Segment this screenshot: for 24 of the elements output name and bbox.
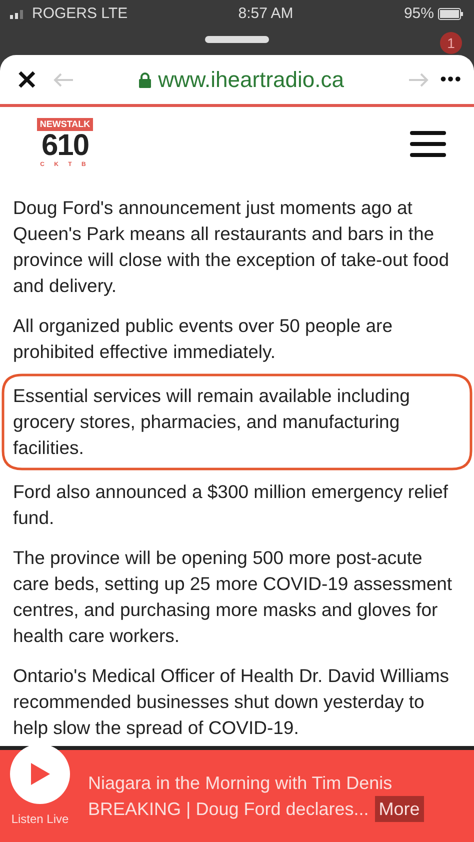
menu-icon[interactable] (408, 129, 448, 159)
article-paragraph: All organized public events over 50 people are prohibited effective immediately. (13, 314, 394, 364)
battery-icon (438, 8, 464, 20)
battery-percent: 95% (404, 4, 434, 24)
url-text[interactable]: www.iheartradio.ca (158, 63, 344, 96)
more-options-button[interactable]: ••• (440, 66, 462, 93)
article-paragraph: Doug Ford's announcement just moments ago at Queen's Park means all restaurants and bars in the province will close with the exception of take-out food and delivery. (13, 196, 450, 298)
headline-text: BREAKING | Doug Ford declares... (88, 798, 369, 821)
more-button[interactable]: More (374, 796, 424, 822)
carrier-text: ROGERS LTE (32, 4, 128, 24)
lock-icon (138, 72, 152, 88)
play-icon (29, 762, 51, 786)
show-title: Niagara in the Morning with Tim Denis (88, 772, 394, 795)
logo-text: NEWSTALK (36, 118, 94, 132)
listen-live-label: Listen Live (11, 811, 69, 828)
article-paragraph: Ford also announced a $300 million emergency relief fund. (13, 480, 450, 530)
article-paragraph: The province will be opening 500 more post-acute care beds, setting up 25 more COVID-19 assessment centres, and purchasing more masks and gloves for health care workers. (13, 546, 454, 648)
close-button[interactable]: ✕ (12, 66, 42, 92)
article-paragraph: Essential services will remain available including grocery stores, pharmacies, and manufacturing facilities. (13, 384, 411, 460)
notification-badge: 1 (440, 32, 462, 54)
clock-text: 8:57 AM (238, 4, 294, 24)
article-paragraph: Ontario's Medical Officer of Health Dr. David Williams recommended businesses shut down yesterday to help slow the spread of COVID-19. (13, 664, 450, 740)
logo-number: 610 (41, 131, 89, 162)
sheet-handle[interactable] (205, 36, 269, 43)
